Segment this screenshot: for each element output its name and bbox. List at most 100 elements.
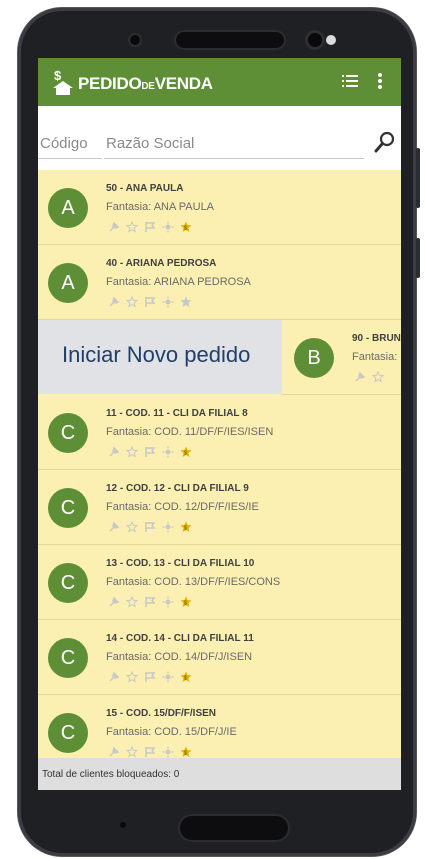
- star-active-icon: $: [180, 596, 192, 607]
- client-fantasia: Fantasia: COD. 12/DF/F/IES/IE: [106, 501, 259, 513]
- client-status-icons: [354, 370, 384, 384]
- status-footer: Total de clientes bloqueados: 0: [38, 758, 401, 790]
- svg-text:$: $: [184, 751, 187, 757]
- client-status-icons: $: [108, 745, 192, 758]
- pin-icon: [109, 746, 120, 757]
- client-fantasia: Fantasia: COD. 14/DF/J/ISEN: [106, 651, 253, 663]
- client-fantasia: Fantasia: COD. 11/DF/F/IES/ISEN: [106, 426, 274, 438]
- svg-text:$: $: [184, 451, 187, 457]
- client-status-icons: [108, 295, 192, 309]
- sun-icon: [162, 671, 174, 683]
- front-camera-icon: [308, 33, 322, 47]
- client-row[interactable]: C 14 - COD. 14 - CLI DA FILIAL 11 Fantas…: [38, 620, 401, 695]
- client-status-icons: $: [108, 445, 192, 459]
- client-list[interactable]: A 50 - ANA PAULA Fantasia: ANA PAULA $ A…: [38, 170, 401, 758]
- client-card-swiped[interactable]: B 90 - BRUN Fantasia: I: [282, 320, 401, 395]
- client-fantasia: Fantasia: ARIANA PEDROSA: [106, 276, 251, 288]
- sun-icon: [162, 296, 174, 308]
- pin-icon: [109, 521, 120, 532]
- blocked-clients-count: Total de clientes bloqueados: 0: [42, 769, 180, 780]
- app-title-de: DE: [141, 81, 155, 92]
- fingerprint-sensor: [178, 814, 290, 842]
- client-avatar: C: [48, 713, 88, 753]
- client-avatar: C: [48, 488, 88, 528]
- dollar-star-icon: [126, 671, 138, 683]
- client-title: 12 - COD. 12 - CLI DA FILIAL 9: [106, 483, 249, 494]
- logo-icon: $: [53, 68, 73, 95]
- client-row[interactable]: C 12 - COD. 12 - CLI DA FILIAL 9 Fantasi…: [38, 470, 401, 545]
- pin-icon: [109, 671, 120, 682]
- power-button: [416, 238, 420, 278]
- app-title: PEDIDODEVENDA: [78, 74, 213, 94]
- pin-icon: [109, 446, 120, 457]
- star-active-icon: $: [180, 446, 192, 457]
- client-row[interactable]: C 15 - COD. 15/DF/F/ISEN Fantasia: COD. …: [38, 695, 401, 758]
- dollar-star-icon: [126, 221, 138, 233]
- star-inactive-icon: [180, 296, 192, 307]
- client-fantasia: Fantasia: COD. 13/DF/F/IES/CONS: [106, 576, 281, 588]
- client-title: 50 - ANA PAULA: [106, 183, 184, 194]
- sensor-icon: [130, 35, 140, 45]
- flag-icon: [145, 297, 156, 307]
- client-avatar: C: [48, 638, 88, 678]
- start-new-order-label: Iniciar Novo pedido: [62, 342, 251, 367]
- pin-icon: [109, 596, 120, 607]
- search-bar: [38, 106, 401, 170]
- pin-icon: [109, 221, 120, 232]
- client-fantasia: Fantasia: COD. 15/DF/J/IE: [106, 726, 237, 738]
- star-active-icon: $: [180, 671, 192, 682]
- star-active-icon: $: [180, 221, 192, 232]
- client-status-icons: $: [108, 520, 192, 534]
- client-status-icons: $: [108, 595, 192, 609]
- flag-icon: [145, 447, 156, 457]
- svg-text:$: $: [54, 68, 62, 83]
- app-screen: $ PEDIDODEVENDA A 50 - ANA PAULA Fantasi…: [38, 58, 401, 790]
- dollar-star-icon: [126, 746, 138, 758]
- client-title: 40 - ARIANA PEDROSA: [106, 258, 217, 269]
- client-row-swiped[interactable]: Iniciar Novo pedido B 90 - BRUN Fantasia…: [38, 320, 401, 395]
- app-title-venda: VENDA: [154, 74, 213, 93]
- sun-icon: [162, 746, 174, 758]
- app-title-pedido: PEDIDO: [78, 74, 142, 93]
- star-active-icon: $: [180, 746, 192, 757]
- client-title: 11 - COD. 11 - CLI DA FILIAL 8: [106, 408, 248, 419]
- client-avatar: C: [48, 563, 88, 603]
- client-status-icons: $: [108, 670, 192, 684]
- dollar-star-icon: [126, 446, 138, 458]
- dollar-star-icon: [126, 596, 138, 608]
- sun-icon: [162, 521, 174, 533]
- client-row[interactable]: A 40 - ARIANA PEDROSA Fantasia: ARIANA P…: [38, 245, 401, 320]
- client-title: 13 - COD. 13 - CLI DA FILIAL 10: [106, 558, 255, 569]
- flag-icon: [145, 747, 156, 757]
- code-input[interactable]: [38, 128, 102, 159]
- client-title: 15 - COD. 15/DF/F/ISEN: [106, 708, 217, 719]
- more-vert-icon[interactable]: [377, 72, 383, 90]
- client-row[interactable]: A 50 - ANA PAULA Fantasia: ANA PAULA $: [38, 170, 401, 245]
- svg-text:$: $: [184, 226, 187, 232]
- search-icon[interactable]: [374, 130, 396, 154]
- flag-icon: [145, 597, 156, 607]
- flash-icon: [326, 35, 336, 45]
- sun-icon: [162, 446, 174, 458]
- flag-icon: [145, 222, 156, 232]
- pin-icon: [355, 371, 366, 382]
- pin-icon: [109, 296, 120, 307]
- client-row[interactable]: C 11 - COD. 11 - CLI DA FILIAL 8 Fantasi…: [38, 395, 401, 470]
- app-bar: $ PEDIDODEVENDA: [38, 58, 401, 106]
- star-active-icon: $: [180, 521, 192, 532]
- microphone-icon: [120, 822, 126, 828]
- svg-text:$: $: [184, 526, 187, 532]
- client-avatar: A: [48, 188, 88, 228]
- client-status-icons: $: [108, 220, 192, 234]
- dollar-star-icon: [126, 521, 138, 533]
- start-new-order-button[interactable]: Iniciar Novo pedido: [38, 320, 282, 394]
- list-view-icon[interactable]: [342, 74, 358, 88]
- company-name-input[interactable]: [104, 128, 364, 159]
- flag-icon: [145, 522, 156, 532]
- sun-icon: [162, 596, 174, 608]
- dollar-star-icon: [372, 371, 384, 383]
- client-row[interactable]: C 13 - COD. 13 - CLI DA FILIAL 10 Fantas…: [38, 545, 401, 620]
- dollar-star-icon: [126, 296, 138, 308]
- volume-button: [416, 148, 420, 208]
- client-fantasia: Fantasia: ANA PAULA: [106, 201, 215, 213]
